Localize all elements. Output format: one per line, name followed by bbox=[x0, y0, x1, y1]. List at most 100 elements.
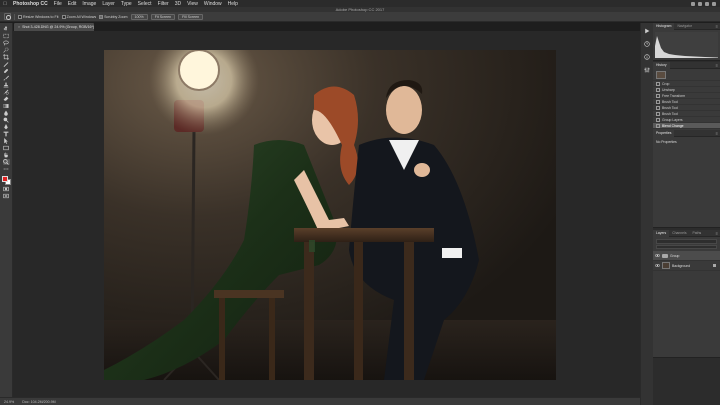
document-tab-title: Shot 3-428.DNG @ 24.9% (Group, RGB/16*) bbox=[22, 25, 95, 29]
quick-selection-tool-icon[interactable] bbox=[3, 47, 10, 53]
layer-name[interactable]: Group bbox=[670, 254, 679, 258]
panel-menu-icon[interactable]: ≡ bbox=[716, 24, 720, 29]
rectangle-tool-icon[interactable] bbox=[3, 145, 10, 151]
history-step-icon bbox=[656, 123, 660, 128]
history-step-icon bbox=[656, 99, 660, 104]
document-size[interactable]: Doc: 104.2M/200.9M bbox=[22, 400, 55, 404]
layer-filter-row[interactable] bbox=[656, 239, 717, 244]
history-brush-tool-icon[interactable] bbox=[3, 89, 10, 95]
tab-history[interactable]: History bbox=[653, 61, 670, 69]
layers-panel: Layers Channels Paths ≡ Group Background bbox=[653, 229, 720, 358]
histogram-graph bbox=[653, 30, 720, 60]
more-tools-icon[interactable] bbox=[3, 166, 10, 172]
history-item-label: Group Layers bbox=[662, 117, 683, 122]
path-selection-tool-icon[interactable] bbox=[3, 138, 10, 144]
menu-list-icon[interactable] bbox=[712, 1, 716, 6]
healing-brush-tool-icon[interactable] bbox=[3, 68, 10, 74]
properties-body: No Properties bbox=[653, 137, 720, 227]
eye-icon[interactable] bbox=[655, 254, 660, 258]
zoom-all-option[interactable]: Zoom All Windows bbox=[61, 14, 97, 19]
panel-menu-icon[interactable]: ≡ bbox=[716, 131, 720, 136]
battery-icon[interactable] bbox=[698, 1, 702, 6]
adjustments-icon[interactable] bbox=[644, 66, 651, 73]
divider bbox=[14, 13, 15, 20]
tab-paths[interactable]: Paths bbox=[690, 230, 705, 237]
zoom-100-button[interactable]: 100% bbox=[130, 13, 148, 20]
history-step-icon bbox=[656, 117, 660, 122]
gradient-tool-icon[interactable] bbox=[3, 103, 10, 109]
blend-mode-row[interactable] bbox=[656, 244, 717, 249]
move-tool-icon[interactable] bbox=[3, 26, 10, 32]
zoom-tool-icon[interactable] bbox=[2, 159, 10, 165]
color-swatches[interactable] bbox=[1, 175, 11, 185]
history-snapshot[interactable] bbox=[653, 69, 720, 81]
info-icon[interactable] bbox=[644, 53, 651, 60]
menu-image[interactable]: Image bbox=[79, 1, 99, 7]
tab-layers[interactable]: Layers bbox=[653, 229, 670, 237]
canvas-area[interactable] bbox=[13, 31, 640, 397]
zoom-all-checkbox[interactable] bbox=[61, 14, 66, 19]
eraser-tool-icon[interactable] bbox=[3, 96, 10, 102]
history-step-icon bbox=[656, 111, 660, 116]
menu-file[interactable]: File bbox=[51, 1, 65, 7]
foreground-color-swatch[interactable] bbox=[2, 176, 8, 182]
marquee-tool-icon[interactable] bbox=[3, 33, 10, 39]
wifi-icon[interactable] bbox=[691, 1, 695, 6]
resize-windows-checkbox[interactable] bbox=[18, 14, 22, 19]
menu-edit[interactable]: Edit bbox=[65, 1, 80, 7]
panel-icon-strip bbox=[640, 23, 653, 405]
menu-filter[interactable]: Filter bbox=[155, 1, 172, 7]
panel-menu-icon[interactable]: ≡ bbox=[716, 231, 720, 236]
brush-tool-icon[interactable] bbox=[3, 75, 10, 81]
menu-view[interactable]: View bbox=[184, 1, 201, 7]
play-icon[interactable] bbox=[644, 27, 651, 34]
layer-row[interactable]: Background bbox=[653, 261, 720, 271]
panel-menu-icon[interactable]: ≡ bbox=[716, 63, 720, 68]
menu-app[interactable]: Photoshop CC bbox=[10, 1, 51, 7]
fit-screen-button[interactable]: Fit Screen bbox=[150, 13, 176, 20]
menu-help[interactable]: Help bbox=[225, 1, 241, 7]
eyedropper-tool-icon[interactable] bbox=[3, 61, 10, 67]
history-icon[interactable] bbox=[644, 40, 651, 47]
lasso-tool-icon[interactable] bbox=[3, 40, 10, 46]
screen-mode-icon[interactable] bbox=[3, 193, 10, 199]
layer-row[interactable]: Group bbox=[653, 251, 720, 261]
folder-icon bbox=[662, 253, 668, 258]
apple-icon[interactable]:  bbox=[0, 1, 10, 7]
layers-body: Group Background bbox=[653, 237, 720, 357]
zoom-tool-preset-icon[interactable] bbox=[4, 13, 11, 20]
crop-tool-icon[interactable] bbox=[3, 54, 10, 60]
menu-3d[interactable]: 3D bbox=[172, 1, 184, 7]
zoom-level[interactable]: 24.9% bbox=[4, 400, 14, 404]
menu-type[interactable]: Type bbox=[118, 1, 135, 7]
history-panel-tabs: History ≡ bbox=[653, 61, 720, 69]
close-tab-icon[interactable]: × bbox=[18, 23, 20, 31]
layer-thumbnail bbox=[662, 262, 670, 269]
type-tool-icon[interactable] bbox=[3, 131, 10, 137]
blur-tool-icon[interactable] bbox=[3, 110, 10, 116]
menu-window[interactable]: Window bbox=[201, 1, 225, 7]
search-icon[interactable] bbox=[705, 1, 709, 6]
pen-tool-icon[interactable] bbox=[3, 124, 10, 130]
document-tab[interactable]: × Shot 3-428.DNG @ 24.9% (Group, RGB/16*) bbox=[14, 23, 94, 31]
zoom-all-label: Zoom All Windows bbox=[66, 14, 97, 19]
document-image[interactable] bbox=[104, 50, 556, 380]
hand-tool-icon[interactable] bbox=[3, 152, 10, 158]
quick-mask-icon[interactable] bbox=[3, 186, 10, 192]
eye-icon[interactable] bbox=[655, 264, 660, 268]
tab-properties[interactable]: Properties bbox=[653, 129, 675, 137]
scrubby-zoom-label: Scrubby Zoom bbox=[104, 14, 128, 19]
fill-screen-button[interactable]: Fill Screen bbox=[178, 13, 204, 20]
scrubby-zoom-checkbox[interactable] bbox=[99, 14, 104, 19]
tab-channels[interactable]: Channels bbox=[669, 230, 689, 237]
dodge-tool-icon[interactable] bbox=[3, 117, 10, 123]
history-step-icon bbox=[656, 81, 660, 86]
menu-layer[interactable]: Layer bbox=[99, 1, 118, 7]
tab-histogram[interactable]: Histogram bbox=[653, 22, 675, 30]
resize-windows-option[interactable]: Resize Windows to Fit bbox=[18, 14, 59, 19]
scrubby-zoom-option[interactable]: Scrubby Zoom bbox=[99, 14, 128, 19]
layer-name[interactable]: Background bbox=[672, 264, 690, 268]
clone-stamp-tool-icon[interactable] bbox=[3, 82, 10, 88]
menu-select[interactable]: Select bbox=[135, 1, 155, 7]
tab-navigator[interactable]: Navigator bbox=[674, 23, 695, 30]
